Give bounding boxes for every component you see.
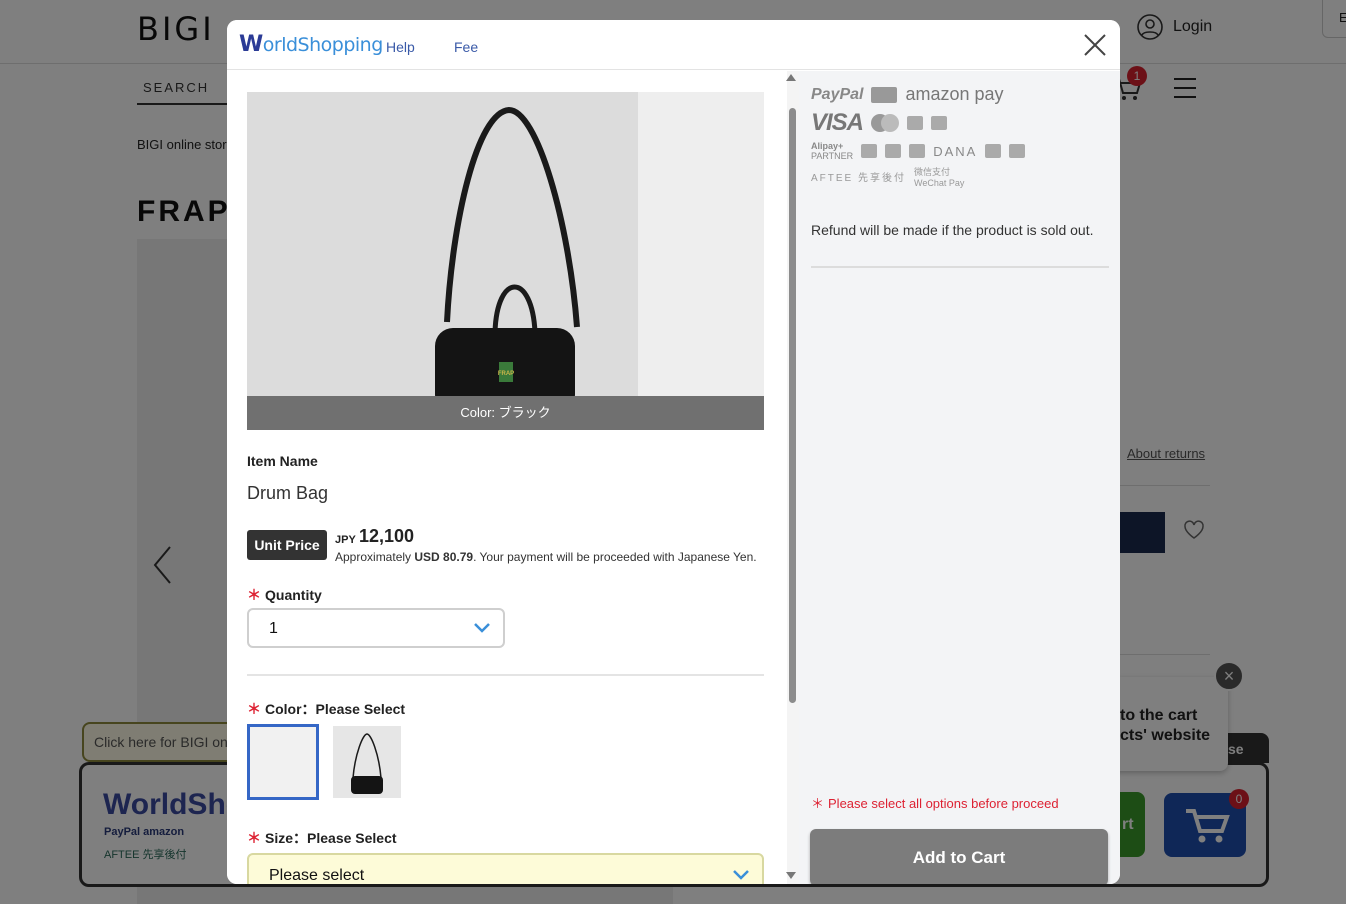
worldshopping-modal: WorldShopping Help Fee FRAP Color: ブラック …	[227, 20, 1120, 884]
close-icon[interactable]	[1083, 33, 1107, 57]
svg-text:FRAP: FRAP	[498, 371, 514, 377]
help-link[interactable]: Help	[386, 39, 415, 55]
item-name-label: Item Name	[247, 453, 318, 469]
product-image: FRAP Color: ブラック	[247, 92, 764, 430]
dana-logo: DANA	[933, 143, 978, 159]
color-swatch-blank[interactable]	[247, 724, 319, 800]
divider	[247, 674, 764, 676]
color-label: ＊ Color：Please Select	[247, 701, 406, 717]
jcb-icon	[907, 116, 924, 130]
price-currency: JPY	[335, 534, 356, 546]
amazon-pay-logo: amazon pay	[905, 84, 1004, 104]
amex-icon	[931, 116, 948, 130]
price-amount: 12,100	[359, 526, 415, 546]
unionpay-card-icon	[871, 86, 898, 103]
scroll-up-arrow-icon[interactable]	[786, 74, 796, 81]
refund-note: Refund will be made if the product is so…	[811, 222, 1094, 238]
wallet-icon	[1009, 144, 1026, 158]
quantity-label: ＊ Quantity	[247, 587, 322, 603]
scrollbar-thumb[interactable]	[789, 108, 796, 703]
quantity-select[interactable]: 1	[247, 608, 505, 648]
divider	[811, 266, 1109, 268]
image-color-caption: Color: ブラック	[247, 396, 764, 430]
worldshopping-logo[interactable]: WorldShopping	[239, 32, 383, 57]
wechat-pay-logo: 微信支付 WeChat Pay	[914, 167, 965, 188]
aftee-logo: AFTEE 先享後付	[811, 173, 907, 184]
drum-bag-image: FRAP	[435, 106, 580, 396]
scroll-down-arrow-icon[interactable]	[786, 872, 796, 879]
checkout-panel: PayPal amazon pay VISA Alipay+ PARTNER DA…	[799, 71, 1120, 884]
quantity-value: 1	[269, 620, 278, 637]
modal-header: WorldShopping Help Fee	[227, 20, 1120, 70]
product-options-panel: FRAP Color: ブラック Item Name Drum Bag Unit…	[227, 71, 787, 884]
worldshopping-logo-text: orldShopping	[262, 34, 384, 56]
chevron-down-icon	[733, 870, 749, 880]
chevron-down-icon	[474, 623, 490, 633]
visa-logo: VISA	[811, 109, 864, 136]
mastercard-icon	[871, 114, 900, 132]
item-name: Drum Bag	[247, 483, 329, 503]
size-value: Please select	[269, 867, 365, 884]
wallet-icon	[909, 144, 926, 158]
unit-price-badge: Unit Price	[247, 530, 327, 560]
payment-logos: PayPal amazon pay VISA Alipay+ PARTNER DA…	[811, 84, 1091, 192]
color-swatch-black[interactable]	[333, 726, 401, 798]
alipay-logo: Alipay+ PARTNER	[811, 141, 854, 161]
price-approximation: Approximately USD 80.79. Your payment wi…	[335, 550, 757, 564]
wallet-icon	[861, 144, 878, 158]
wallet-icon	[885, 144, 902, 158]
add-to-cart-button[interactable]: Add to Cart	[810, 829, 1108, 884]
paypal-logo: PayPal	[811, 85, 864, 103]
wallet-icon	[985, 144, 1002, 158]
drum-bag-thumbnail	[351, 733, 383, 794]
size-label: ＊ Size：Please Select	[247, 830, 397, 846]
fee-link[interactable]: Fee	[454, 39, 478, 55]
size-select[interactable]: Please select	[247, 853, 764, 884]
options-warning: ＊ Please select all options before procee…	[811, 796, 1059, 811]
